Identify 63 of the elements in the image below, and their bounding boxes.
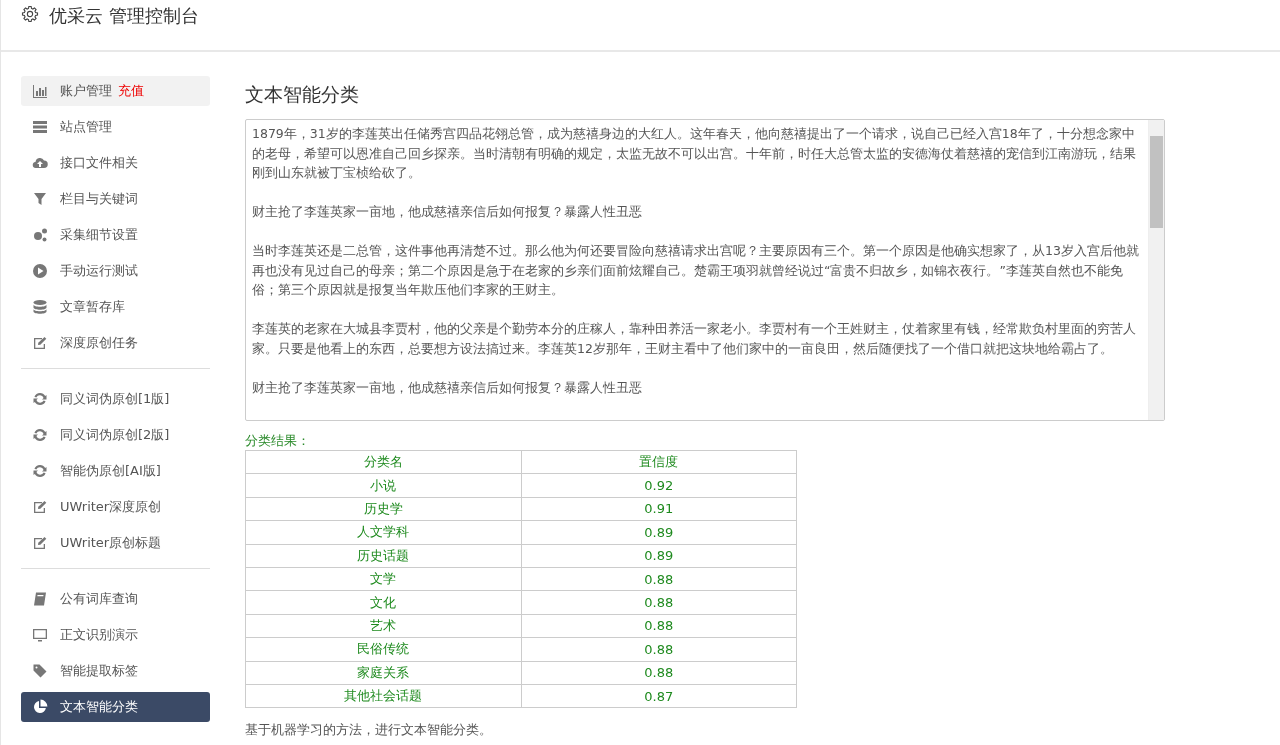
table-cell: 民俗传统 bbox=[245, 637, 521, 661]
sidebar-item[interactable]: 采集细节设置 bbox=[21, 220, 210, 250]
table-cell: 家庭关系 bbox=[245, 661, 521, 685]
edit-icon bbox=[32, 335, 48, 351]
table-cell: 0.87 bbox=[521, 684, 797, 708]
bar-chart-icon bbox=[32, 83, 48, 99]
sidebar-item[interactable]: 公有词库查询 bbox=[21, 584, 210, 614]
column-header: 置信度 bbox=[521, 450, 797, 474]
sidebar-item[interactable]: UWriter原创标题 bbox=[21, 528, 210, 558]
table-cell: 文学 bbox=[245, 567, 521, 591]
sidebar-item[interactable]: 接口文件相关 bbox=[21, 148, 210, 178]
page-title: 文本智能分类 bbox=[245, 82, 360, 107]
edit-icon bbox=[32, 499, 48, 515]
sidebar-item[interactable]: 栏目与关键词 bbox=[21, 184, 210, 214]
cloud-upload-icon bbox=[32, 155, 48, 171]
database-icon bbox=[32, 299, 48, 315]
table-cell: 0.91 bbox=[521, 497, 797, 521]
sidebar-item[interactable]: 智能提取标签 bbox=[21, 656, 210, 686]
table-cell: 0.89 bbox=[521, 520, 797, 545]
table-cell: 历史学 bbox=[245, 497, 521, 521]
server-icon bbox=[32, 119, 48, 135]
table-cell: 其他社会话题 bbox=[245, 684, 521, 708]
text-input-area[interactable]: 1879年，31岁的李莲英出任储秀宫四品花翎总管，成为慈禧身边的大红人。这年春天，他向慈禧提出了一个请求，说自己已经入宫18年了，十分想念家中的老母，希望可以恩准自己回乡探亲。当时清朝有明确的规定，太监无故不可以出宫。十年前，时任大总管太监的安德海仗着慈禧的宠信到江南游玩，结果刚到山东就被丁宝桢给砍了。 财主抢了李莲英家一亩地，他成慈禧亲信后如何报复？暴露人性丑恶 当时李莲英还是二总管，这件事他再清楚不过。那么他为何还要冒险向慈禧请求出宫呢？主要原因有三个。第一个原因是他确实想家了，从13岁入宫后他就再也没有见过自己的母亲；第二个原因是急于在老家的乡亲们面前炫耀自己。楚霸王项羽就曾经说过“富贵不归故乡，如锦衣夜行。”李莲英自然也不能免俗；第三个原因就是报复当年欺压他们李家的王财主。 李莲英的老家在大城县李贾村，他的父亲是个勤劳本分的庄稼人，靠种田养活一家老小。李贾村有一个王姓财主，仗着家里有钱，经常欺负村里面的穷苦人家。只要是他看上的东西，总要想方设法搞过来。李莲英12岁那年，王财主看中了他们家中的一亩良田，然后随便找了一个借口就把这块地给霸占了。 财主抢了李莲英家一亩地，他成慈禧亲信后如何报复？暴露人性丑恶 bbox=[245, 119, 1165, 421]
refresh-icon bbox=[32, 463, 48, 479]
sidebar-item[interactable]: 手动运行测试 bbox=[21, 256, 210, 286]
sidebar-item[interactable]: UWriter深度原创 bbox=[21, 492, 210, 522]
edit-icon bbox=[32, 535, 48, 551]
monitor-icon bbox=[32, 627, 48, 643]
table-cell: 文化 bbox=[245, 590, 521, 615]
table-cell: 0.88 bbox=[521, 637, 797, 661]
sidebar-item[interactable]: 站点管理 bbox=[21, 112, 210, 142]
table-cell: 0.88 bbox=[521, 661, 797, 685]
sidebar-item[interactable]: 深度原创任务 bbox=[21, 328, 210, 358]
sidebar-item[interactable]: 账户管理 充值 bbox=[21, 76, 210, 106]
sidebar-item[interactable]: 智能伪原创[AI版] bbox=[21, 456, 210, 486]
settings-icon bbox=[21, 5, 39, 23]
book-icon bbox=[32, 591, 48, 607]
sidebar-item[interactable]: 同义词伪原创[2版] bbox=[21, 420, 210, 450]
table-cell: 人文学科 bbox=[245, 520, 521, 545]
pie-chart-icon bbox=[32, 699, 48, 715]
refresh-icon bbox=[32, 427, 48, 443]
table-cell: 0.88 bbox=[521, 567, 797, 591]
recharge-link[interactable]: 充值 bbox=[118, 82, 144, 100]
refresh-icon bbox=[32, 391, 48, 407]
table-cell: 小说 bbox=[245, 473, 521, 498]
description-text: 基于机器学习的方法，进行文本智能分类。 bbox=[245, 722, 493, 740]
app-title: 优采云 管理控制台 bbox=[49, 4, 199, 28]
column-header: 分类名 bbox=[245, 450, 521, 474]
table-cell: 艺术 bbox=[245, 614, 521, 638]
table-cell: 0.92 bbox=[521, 473, 797, 498]
sidebar-item[interactable]: 正文识别演示 bbox=[21, 620, 210, 650]
table-cell: 0.89 bbox=[521, 544, 797, 568]
sidebar-item[interactable]: 同义词伪原创[1版] bbox=[21, 384, 210, 414]
result-label: 分类结果： bbox=[245, 433, 311, 450]
table-cell: 0.88 bbox=[521, 614, 797, 638]
table-cell: 0.88 bbox=[521, 590, 797, 615]
tag-icon bbox=[32, 663, 48, 679]
sidebar-item[interactable]: 文章暂存库 bbox=[21, 292, 210, 322]
table-cell: 历史话题 bbox=[245, 544, 521, 568]
filter-icon bbox=[32, 191, 48, 207]
play-icon bbox=[32, 263, 48, 279]
scrollbar[interactable] bbox=[1148, 120, 1164, 420]
sidebar-item[interactable]: 文本智能分类 bbox=[21, 692, 210, 722]
